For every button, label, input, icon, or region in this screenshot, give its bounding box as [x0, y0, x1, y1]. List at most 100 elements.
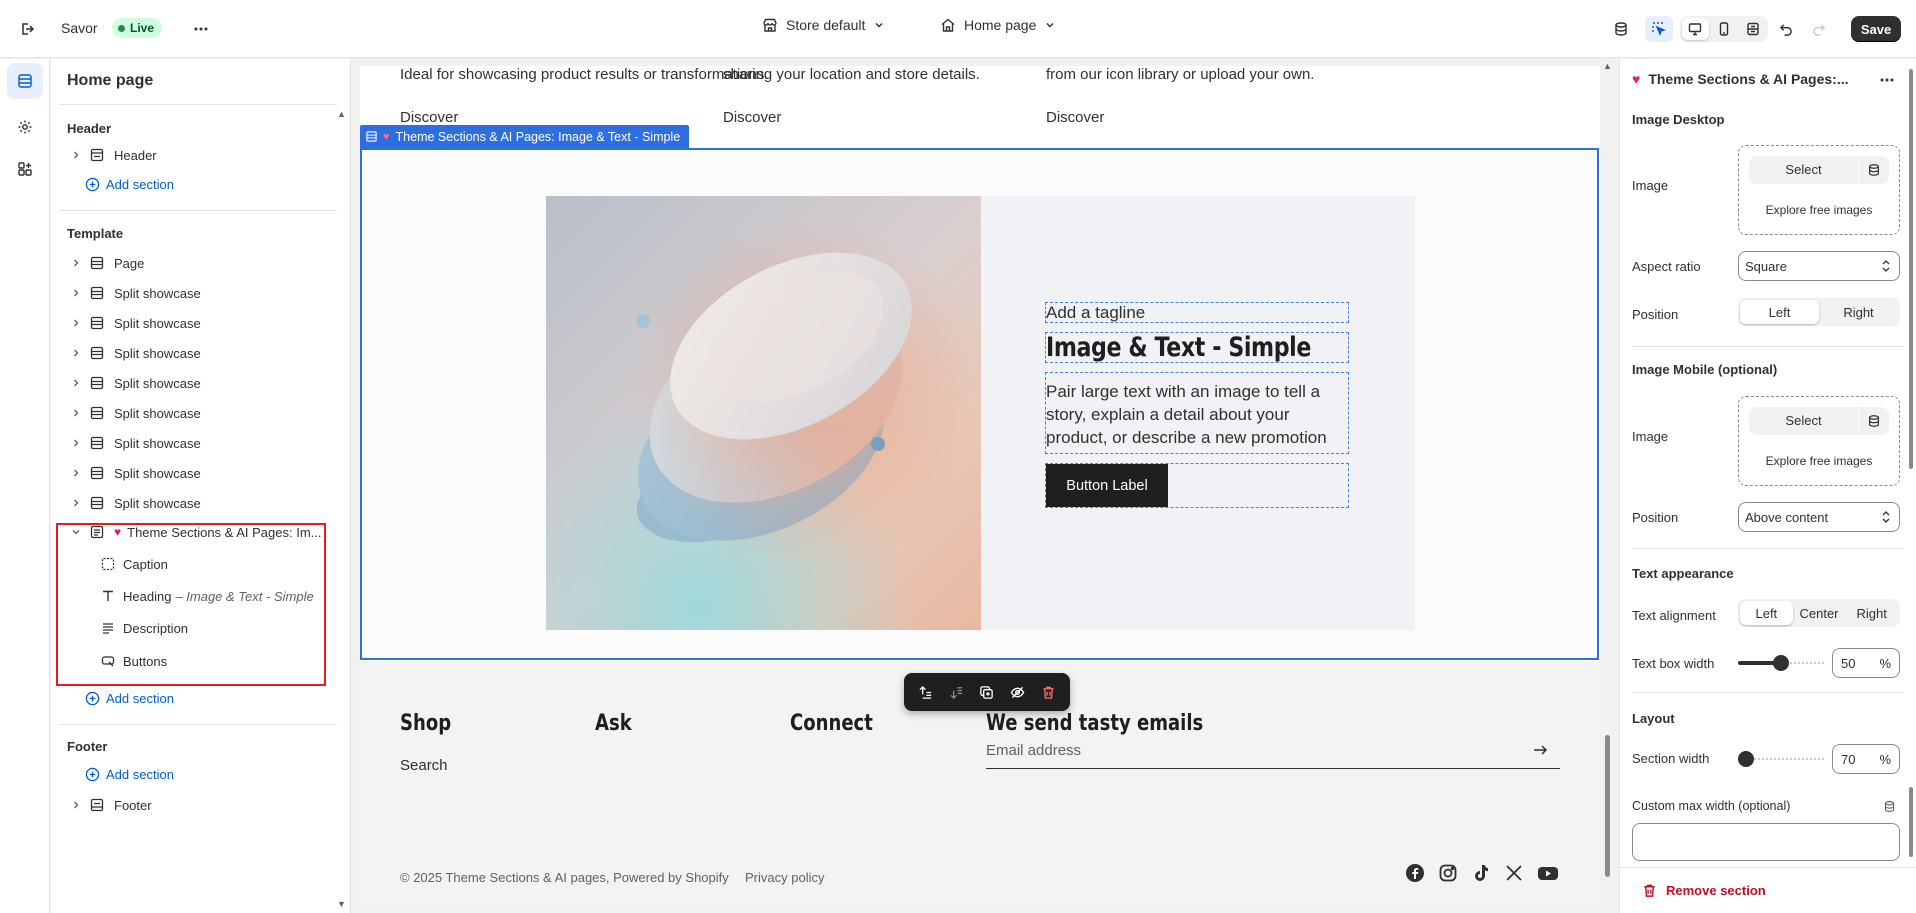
section-icon [90, 496, 104, 510]
position-right-option[interactable]: Right [1819, 300, 1898, 324]
image-library-button[interactable] [1859, 163, 1889, 177]
dynamic-source-button[interactable] [1880, 797, 1898, 815]
section-item-header[interactable]: Header [59, 141, 339, 169]
instagram-icon[interactable] [1438, 863, 1458, 883]
move-down-button[interactable] [945, 681, 967, 703]
section-item-template[interactable]: Split showcase [59, 429, 339, 457]
discover-link[interactable]: Discover [723, 109, 781, 126]
section-item-template[interactable]: Split showcase [59, 279, 339, 307]
mobile-position-select[interactable]: Above content [1738, 502, 1900, 532]
section-image[interactable] [546, 196, 981, 630]
image-select-button[interactable]: Select [1749, 156, 1859, 184]
section-item-template[interactable]: Split showcase [59, 309, 339, 337]
chevron-right-icon [74, 801, 79, 809]
block-item-heading[interactable]: Heading – Image & Text - Simple [101, 582, 314, 610]
inspector-button[interactable] [1645, 16, 1673, 42]
image-desktop-picker[interactable]: Select Explore free images [1738, 145, 1900, 235]
page-select[interactable]: Home page [940, 17, 1056, 33]
move-up-button[interactable] [914, 681, 936, 703]
save-button[interactable]: Save [1851, 16, 1901, 42]
align-right-option[interactable]: Right [1845, 601, 1898, 625]
image-select-button[interactable]: Select [1749, 407, 1859, 435]
desktop-view-button[interactable] [1682, 18, 1709, 40]
mobile-view-button[interactable] [1711, 18, 1738, 40]
undo-button[interactable] [1775, 18, 1797, 40]
hide-button[interactable] [1007, 681, 1029, 703]
text-box-width-input[interactable]: 50 % [1832, 648, 1900, 678]
store-select[interactable]: Store default [762, 17, 885, 33]
scroll-up-icon[interactable]: ▲ [1603, 61, 1612, 71]
youtube-icon[interactable] [1537, 863, 1559, 883]
sections-rail-button[interactable] [7, 63, 43, 99]
chevron-right-icon [74, 469, 79, 477]
heading-block[interactable]: Image & Text - Simple [1045, 332, 1349, 363]
slider-knob[interactable] [1738, 751, 1754, 767]
x-icon[interactable] [1504, 863, 1524, 883]
settings-scroll-thumb[interactable] [1909, 69, 1913, 469]
description-block[interactable]: Pair large text with an image to tell a … [1045, 372, 1349, 454]
aspect-ratio-select[interactable]: Square [1738, 251, 1900, 281]
add-section-template[interactable]: Add section [85, 691, 174, 706]
social-links [1405, 863, 1559, 883]
block-item-description[interactable]: Description [101, 614, 188, 642]
section-item-template[interactable]: Split showcase [59, 459, 339, 487]
canvas-scroll-thumb[interactable] [1605, 735, 1610, 877]
mobile-position-value: Above content [1745, 509, 1829, 525]
align-left-option[interactable]: Left [1740, 601, 1793, 625]
section-item-template[interactable]: Split showcase [59, 399, 339, 427]
apps-rail-button[interactable] [7, 151, 43, 187]
more-actions-button[interactable] [190, 18, 212, 40]
slider-knob[interactable] [1773, 655, 1789, 671]
tagline-block[interactable]: Add a tagline [1045, 302, 1349, 323]
exit-button[interactable] [16, 18, 38, 40]
arrow-right-icon[interactable] [1532, 742, 1548, 758]
discover-link[interactable]: Discover [400, 109, 458, 126]
cta-button[interactable]: Button Label [1046, 464, 1168, 507]
move-down-icon [950, 686, 962, 699]
privacy-policy-link[interactable]: Privacy policy [745, 870, 824, 885]
description-text: Pair large text with an image to tell a … [1046, 382, 1327, 447]
settings-scroll-thumb-lower[interactable] [1909, 787, 1913, 857]
section-item-template[interactable]: Split showcase [59, 339, 339, 367]
settings-scrollbar[interactable] [1908, 67, 1914, 857]
remove-section-button[interactable]: Remove section [1620, 867, 1916, 913]
text-box-width-slider[interactable] [1738, 655, 1824, 671]
discover-link[interactable]: Discover [1046, 109, 1104, 126]
tiktok-icon[interactable] [1471, 863, 1491, 883]
redo-button[interactable] [1807, 18, 1829, 40]
delete-button[interactable] [1038, 681, 1060, 703]
settings-more-button[interactable] [1876, 69, 1898, 91]
section-width-input[interactable]: 70 % [1832, 744, 1900, 774]
add-section-header[interactable]: Add section [85, 177, 174, 192]
app-embed-button[interactable] [1609, 18, 1633, 40]
duplicate-button[interactable] [976, 681, 998, 703]
section-item-active[interactable]: ♥ Theme Sections & AI Pages: Im... [59, 518, 339, 546]
section-tag[interactable]: ♥ Theme Sections & AI Pages: Image & Tex… [360, 125, 690, 148]
facebook-icon[interactable] [1405, 863, 1425, 883]
custom-max-width-input[interactable] [1632, 823, 1900, 861]
canvas-scrollbar[interactable]: ▲ [1601, 59, 1613, 913]
fullwidth-view-button[interactable] [1739, 18, 1766, 40]
section-item-template[interactable]: Split showcase [59, 369, 339, 397]
align-center-option[interactable]: Center [1793, 601, 1846, 625]
block-item-buttons[interactable]: Buttons [101, 647, 167, 675]
block-item-caption[interactable]: Caption [101, 550, 168, 578]
image-library-button[interactable] [1859, 414, 1889, 428]
explore-free-images-link[interactable]: Explore free images [1739, 454, 1899, 468]
footer-link-search[interactable]: Search [400, 757, 448, 774]
newsletter-email-input[interactable]: Email address [986, 732, 1560, 769]
section-item-footer[interactable]: Footer [59, 791, 339, 819]
settings-rail-button[interactable] [7, 109, 43, 145]
position-left-option[interactable]: Left [1740, 300, 1819, 324]
image-mobile-picker[interactable]: Select Explore free images [1738, 396, 1900, 486]
section-width-slider[interactable] [1738, 751, 1824, 767]
buttons-block[interactable]: Button Label [1045, 463, 1349, 508]
add-section-footer[interactable]: Add section [85, 767, 174, 782]
percent-unit: % [1879, 655, 1891, 671]
text-box-width-label: Text box width [1632, 656, 1715, 671]
section-item-template[interactable]: Split showcase [59, 489, 339, 517]
explore-free-images-link[interactable]: Explore free images [1739, 203, 1899, 217]
scroll-up-icon[interactable]: ▲ [337, 109, 346, 119]
scroll-down-icon[interactable]: ▼ [337, 899, 346, 909]
section-item-template[interactable]: Page [59, 249, 339, 277]
